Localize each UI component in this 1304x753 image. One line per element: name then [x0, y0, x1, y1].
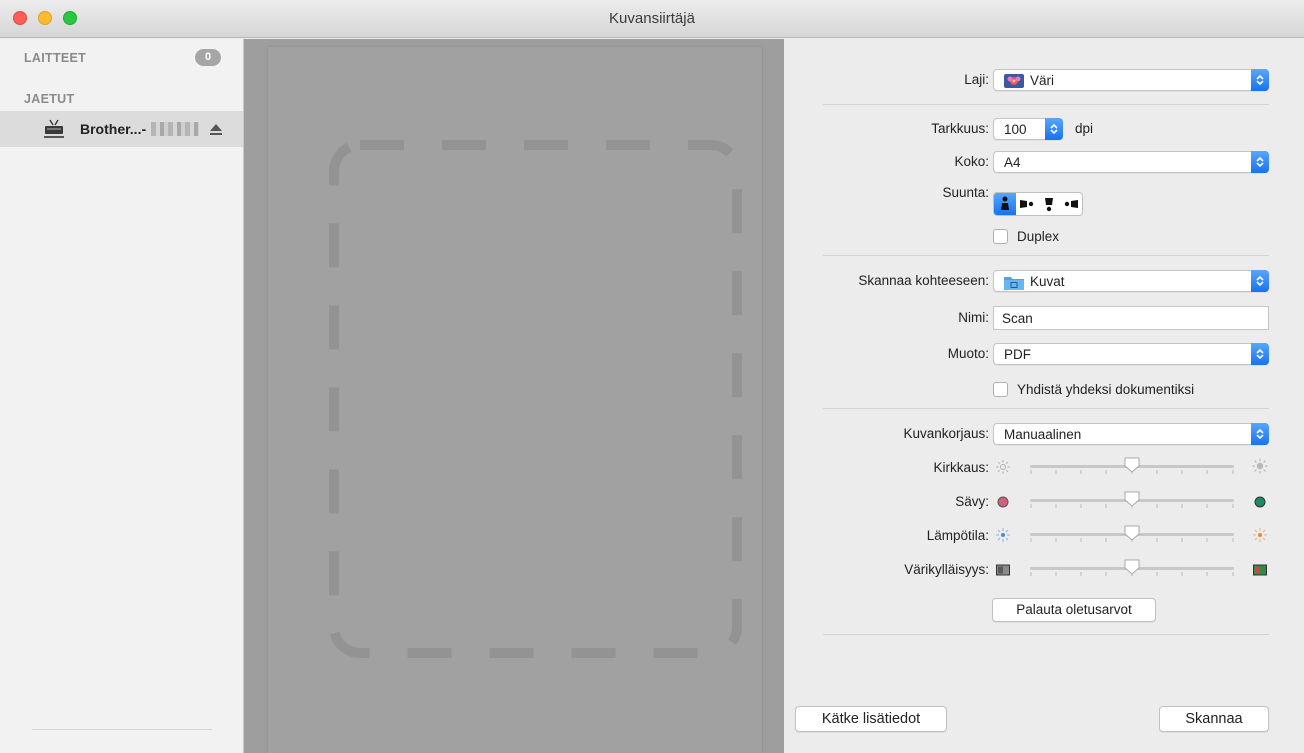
section-separator: [823, 255, 1269, 256]
orientation-landscape-right-button[interactable]: [1060, 193, 1082, 215]
size-popup[interactable]: A4: [993, 151, 1269, 173]
sidebar-item-brother-scanner[interactable]: Brother...-: [0, 111, 243, 147]
tint-label: Sävy:: [955, 494, 989, 509]
brightness-slider-thumb[interactable]: [1123, 456, 1141, 474]
window-title: Kuvansiirtäjä: [609, 10, 695, 27]
name-input[interactable]: [994, 307, 1268, 329]
scan-to-value: Kuvat: [1030, 274, 1065, 289]
reset-defaults-button[interactable]: Palauta oletusarvot: [992, 598, 1156, 622]
image-correction-popup[interactable]: Manuaalinen: [993, 423, 1269, 445]
scan-area-placeholder: [329, 140, 742, 658]
temperature-cool-icon: [996, 528, 1010, 542]
duplex-label: Duplex: [1017, 229, 1060, 244]
settings-panel: Laji: Väri Tarkkuus: 100 dpi Koko: A4 Su…: [785, 39, 1304, 753]
sidebar: LAITTEET 0 JAETUT Brother...-: [0, 39, 244, 753]
temperature-warm-icon: [1253, 528, 1267, 542]
combine-label: Yhdistä yhdeksi dokumentiksi: [1017, 382, 1195, 397]
brightness-label: Kirkkaus:: [933, 460, 989, 475]
scan-button[interactable]: Skannaa: [1159, 706, 1269, 732]
popup-arrows-icon: [1251, 151, 1269, 173]
orientation-segmented-control: [993, 192, 1083, 216]
duplex-checkbox[interactable]: [993, 229, 1008, 244]
temperature-slider-thumb[interactable]: [1123, 524, 1141, 542]
size-label: Koko:: [954, 154, 989, 169]
scan-preview-area: [244, 39, 784, 753]
orientation-portrait-button[interactable]: [994, 193, 1016, 215]
device-name: Brother...-: [80, 121, 147, 137]
saturation-low-icon: [996, 564, 1010, 576]
orientation-label: Suunta:: [942, 185, 989, 200]
format-label: Muoto:: [947, 346, 989, 361]
scan-to-popup[interactable]: Kuvat: [993, 270, 1269, 292]
tint-magenta-icon: [997, 496, 1009, 508]
popup-arrows-icon: [1251, 69, 1269, 91]
orientation-landscape-left-button[interactable]: [1016, 193, 1038, 215]
pictures-folder-icon: [1004, 277, 1024, 290]
stepper-arrows-icon[interactable]: [1045, 118, 1063, 140]
resolution-stepper[interactable]: 100: [993, 118, 1063, 140]
eject-icon[interactable]: [208, 121, 224, 137]
resolution-unit: dpi: [1075, 121, 1094, 136]
section-separator: [823, 104, 1269, 105]
shared-heading: JAETUT: [24, 92, 75, 106]
preview-paper: [268, 47, 762, 753]
combine-checkbox[interactable]: [993, 382, 1008, 397]
image-correction-value: Manuaalinen: [1004, 427, 1082, 442]
kind-popup[interactable]: Väri: [993, 69, 1269, 91]
format-popup[interactable]: PDF: [993, 343, 1269, 365]
portrait-person-icon: [1001, 196, 1009, 210]
orientation-upside-down-button[interactable]: [1038, 193, 1060, 215]
devices-heading: LAITTEET: [24, 51, 87, 65]
resolution-value: 100: [1004, 122, 1027, 137]
scan-to-label: Skannaa kohteeseen:: [858, 273, 989, 288]
name-field[interactable]: [993, 306, 1269, 330]
upside-down-person-icon: [1045, 198, 1053, 212]
image-correction-label: Kuvankorjaus:: [903, 426, 989, 441]
title-bar: Kuvansiirtäjä: [0, 0, 1304, 38]
color-flower-icon: [1004, 74, 1024, 88]
scanner-device-icon: [44, 119, 64, 138]
popup-arrows-icon: [1251, 270, 1269, 292]
devices-count-badge: 0: [195, 49, 221, 66]
landscape-left-person-icon: [1020, 200, 1034, 208]
tint-green-icon: [1254, 496, 1266, 508]
device-name-redacted: [151, 122, 199, 136]
name-label: Nimi:: [958, 310, 989, 325]
saturation-high-icon: [1253, 564, 1267, 576]
hide-details-button[interactable]: Kätke lisätiedot: [795, 706, 947, 732]
kind-label: Laji:: [964, 72, 989, 87]
saturation-slider-thumb[interactable]: [1123, 558, 1141, 576]
section-separator: [823, 634, 1269, 635]
format-value: PDF: [1004, 347, 1031, 362]
popup-arrows-icon: [1251, 343, 1269, 365]
kind-value: Väri: [1030, 73, 1055, 88]
tint-slider-thumb[interactable]: [1123, 490, 1141, 508]
size-value: A4: [1004, 155, 1021, 170]
temperature-label: Lämpötila:: [926, 528, 989, 543]
landscape-right-person-icon: [1064, 200, 1078, 208]
brightness-low-icon: [996, 460, 1010, 474]
saturation-label: Värikylläisyys:: [904, 562, 989, 577]
popup-arrows-icon: [1251, 423, 1269, 445]
sidebar-divider: [32, 729, 212, 730]
resolution-label: Tarkkuus:: [931, 121, 989, 136]
brightness-high-icon: [1252, 458, 1268, 474]
section-separator: [823, 408, 1269, 409]
